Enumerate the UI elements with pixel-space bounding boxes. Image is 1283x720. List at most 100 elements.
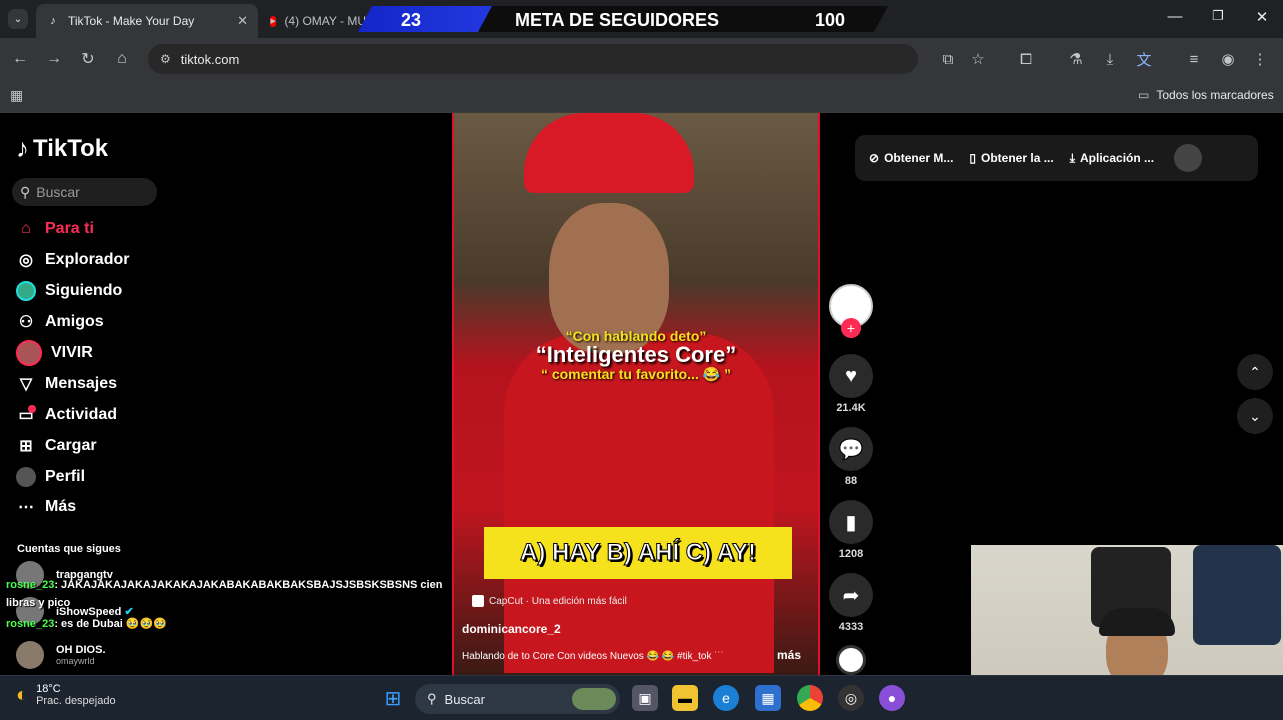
sidebar-item-para-ti[interactable]: ⌂ Para ti [16, 216, 94, 242]
translate-icon[interactable]: 文 [1134, 49, 1154, 69]
taskbar-search-input[interactable]: ⚲ Buscar [415, 684, 620, 714]
get-app-button[interactable]: ▯ Obtener la ... [969, 151, 1053, 165]
site-info-icon[interactable]: ⚙ [160, 52, 171, 66]
account-handle: omaywrld [56, 656, 95, 666]
send-icon: ▽ [19, 376, 33, 393]
capcut-icon [472, 595, 484, 607]
following-avatar-icon [16, 281, 36, 301]
creator-avatar[interactable]: + [828, 284, 874, 338]
task-view-icon[interactable]: ▣ [632, 685, 658, 711]
close-window-icon[interactable]: ✕ [1252, 8, 1272, 26]
obs-icon[interactable]: ◎ [838, 685, 864, 711]
following-title: Cuentas que sigues [17, 543, 121, 555]
user-avatar[interactable] [1174, 144, 1203, 172]
share-icon: ➦ [829, 573, 873, 617]
share-button[interactable]: ➦ 4333 [828, 573, 874, 633]
menu-icon[interactable]: ⋮ [1250, 49, 1270, 69]
video-description: Hablando de to Core Con videos Nuevos 😂 … [462, 651, 725, 662]
sidebar-item-siguiendo[interactable]: Siguiendo [16, 278, 122, 304]
bookmark-icon: ▮ [829, 500, 873, 544]
sidebar-item-mensajes[interactable]: ▽ Mensajes [16, 371, 117, 397]
chrome-icon[interactable] [797, 685, 823, 711]
back-icon[interactable]: ← [10, 49, 30, 69]
get-coins-button[interactable]: ⊘ Obtener M... [869, 151, 953, 165]
restore-icon[interactable]: ❐ [1208, 8, 1228, 24]
sidebar-item-amigos[interactable]: ⚇ Amigos [16, 309, 104, 335]
extensions-icon[interactable]: ⧠ [1016, 49, 1036, 69]
profile-icon[interactable]: ◉ [1218, 49, 1238, 69]
minimize-icon[interactable]: — [1165, 8, 1185, 25]
sidebar-item-vivir[interactable]: VIVIR [16, 340, 93, 366]
bookmark-star-icon[interactable]: ☆ [968, 49, 988, 69]
follow-plus-icon[interactable]: + [841, 318, 861, 338]
chat-user: rosne_23 [6, 618, 55, 630]
apps-grid-icon[interactable]: ▦ [10, 87, 23, 104]
tab-title: TikTok - Make Your Day [68, 14, 195, 28]
more-link[interactable]: más [777, 648, 801, 662]
edge-icon[interactable]: e [713, 685, 739, 711]
tab-search-dropdown[interactable]: ⌄ [8, 9, 28, 29]
tiktok-note-icon: ♪ [16, 133, 29, 163]
chat-message: rosne_23: JAKAJAKAJAKAJAKAKAJAKABAKABAKB… [6, 579, 442, 591]
save-count: 1208 [838, 548, 864, 560]
sidebar-item-actividad[interactable]: ▭ Actividad [16, 402, 117, 428]
forward-icon[interactable]: → [44, 49, 64, 69]
youtube-icon: ▶ [270, 15, 277, 27]
like-button[interactable]: ♥ 21.4K [828, 354, 874, 414]
download-app-button[interactable]: ⤓ Aplicación ... [1070, 151, 1154, 166]
sidebar-item-label: Más [45, 498, 77, 515]
address-bar[interactable]: ⚙ tiktok.com [148, 44, 918, 74]
reload-icon[interactable]: ↻ [78, 49, 98, 69]
sidebar-item-label: Amigos [45, 313, 104, 330]
video-player[interactable]: “Con hablando deto” “Inteligentes Core” … [452, 113, 820, 675]
install-app-icon[interactable]: ⧉ [938, 49, 958, 69]
comment-button[interactable]: 💬 88 [828, 427, 874, 487]
windows-start-icon[interactable]: ⊞ [380, 685, 406, 711]
quiz-banner: A) HAY B) AHÍ C) AY! [484, 527, 792, 579]
download-icon: ⤓ [1069, 150, 1076, 165]
weather-widget[interactable]: ◐ 18°C Prac. despejado [16, 683, 116, 707]
share-count: 4333 [838, 621, 864, 633]
appbar-item-label: Obtener la ... [981, 151, 1054, 165]
tiktok-logo[interactable]: ♪ TikTok [16, 133, 108, 164]
chat-message: rosne_23: es de Dubai 🥹🥹🥹 [6, 617, 167, 630]
friends-icon: ⚇ [18, 314, 34, 331]
webcam-hat [1099, 608, 1175, 636]
account-item[interactable]: OH DIOS. omaywrld [16, 641, 106, 669]
extension-icon[interactable]: ⚗ [1066, 49, 1086, 69]
home-icon: ⌂ [21, 220, 31, 237]
search-input[interactable]: ⚲ Buscar [12, 178, 157, 206]
follower-goal-overlay: 23 META DE SEGUIDORES 100 [358, 6, 888, 32]
verified-icon: ✔ [124, 605, 134, 618]
store-icon[interactable]: ▦ [755, 685, 781, 711]
close-icon[interactable]: ✕ [237, 13, 248, 29]
next-video-button[interactable]: ⌄ [1237, 398, 1273, 434]
home-icon[interactable]: ⌂ [112, 49, 132, 69]
like-count: 21.4K [836, 402, 866, 414]
video-author[interactable]: dominicancore_2 [462, 622, 561, 636]
live-avatar-icon [16, 340, 42, 366]
download-icon[interactable]: ⤓ [1100, 49, 1120, 69]
sidebar-item-mas[interactable]: ⋯ Más [16, 494, 76, 520]
more-icon: ⋯ [18, 499, 34, 516]
sidebar-item-cargar[interactable]: ⊞ Cargar [16, 433, 96, 459]
tab-tiktok[interactable]: ♪ TikTok - Make Your Day ✕ [36, 4, 258, 38]
sidebar-item-label: Actividad [45, 406, 118, 423]
media-control-icon[interactable]: ≡ [1184, 49, 1204, 69]
sidebar-item-perfil[interactable]: Perfil [16, 464, 85, 490]
folder-icon: ▭ [1138, 88, 1150, 102]
previous-video-button[interactable]: ⌃ [1237, 354, 1273, 390]
sidebar-item-label: Para ti [45, 220, 94, 237]
save-button[interactable]: ▮ 1208 [828, 500, 874, 560]
search-placeholder: Buscar [36, 184, 80, 200]
sidebar-item-explorador[interactable]: ◎ Explorador [16, 247, 129, 273]
sidebar-item-label: Siguiendo [45, 282, 123, 299]
all-bookmarks-folder[interactable]: ▭ Todos los marcadores [1138, 88, 1274, 102]
compass-icon: ◎ [19, 252, 33, 269]
account-name: OH DIOS. [56, 644, 106, 656]
chat-app-icon[interactable]: ● [879, 685, 905, 711]
profile-avatar-icon [16, 467, 36, 487]
sound-disc[interactable] [828, 645, 874, 675]
sidebar-item-label: VIVIR [51, 344, 93, 361]
file-explorer-icon[interactable]: ▬ [672, 685, 698, 711]
